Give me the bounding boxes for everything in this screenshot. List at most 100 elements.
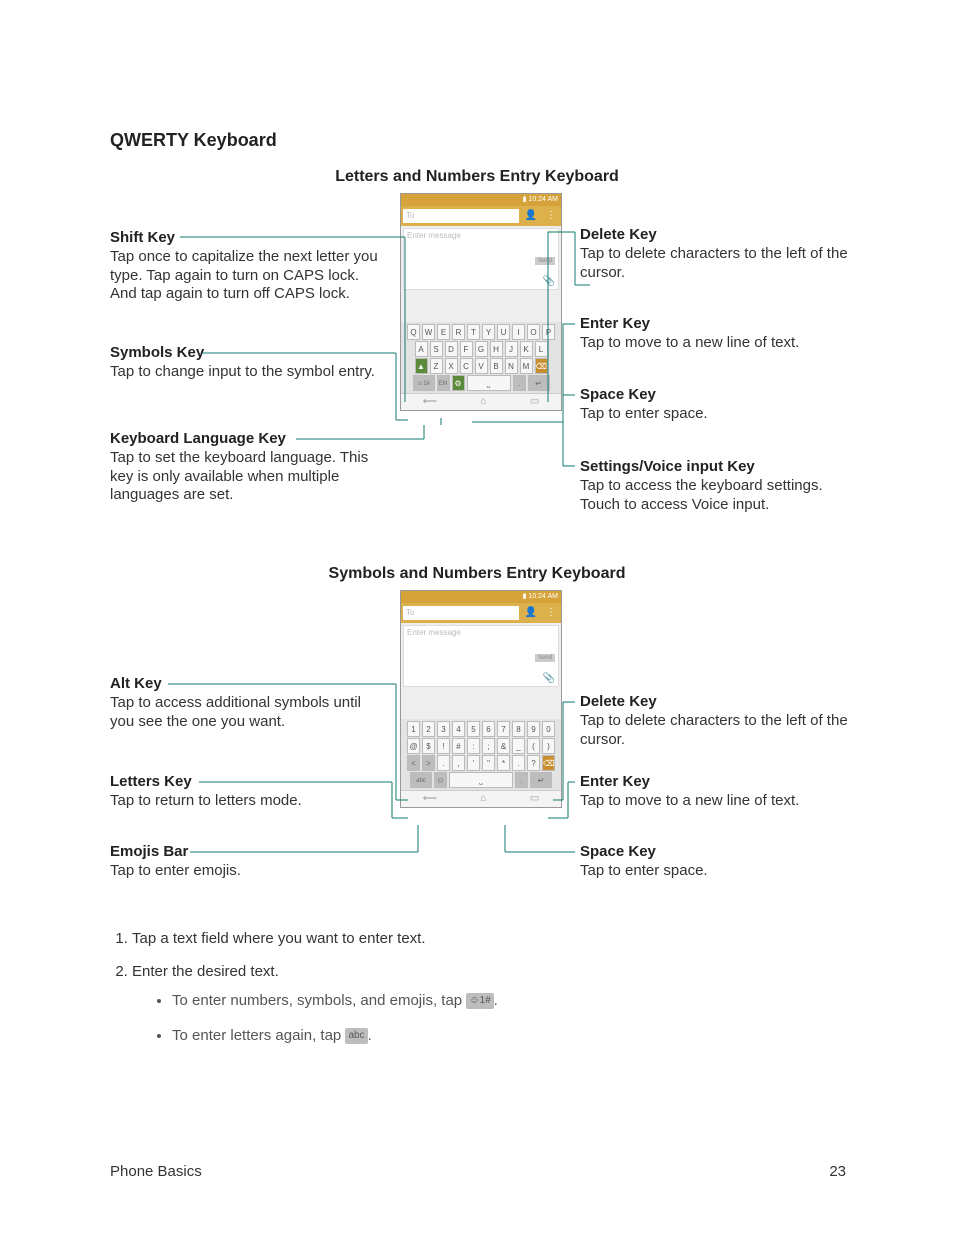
key-0[interactable]: 0 [542, 721, 555, 737]
message-area[interactable]: Enter message Send 📎 [403, 625, 559, 687]
key-lparen[interactable]: ( [527, 738, 540, 754]
key-u[interactable]: U [497, 324, 510, 340]
key-j[interactable]: J [505, 341, 518, 357]
key-m[interactable]: M [520, 358, 533, 374]
key-k[interactable]: K [520, 341, 533, 357]
inline-sym-key-icon: ☺1# [466, 993, 493, 1009]
key-hash[interactable]: # [452, 738, 465, 754]
symbols-key[interactable]: ☺1# [413, 375, 435, 391]
delete-key[interactable]: ⌫ [535, 358, 548, 374]
callout-label: Keyboard Language Key [110, 430, 385, 449]
key-quote[interactable]: " [482, 755, 495, 771]
key-x[interactable]: X [445, 358, 458, 374]
enter-key[interactable]: ↵ [530, 772, 552, 788]
key-g[interactable]: G [475, 341, 488, 357]
key-z[interactable]: Z [430, 358, 443, 374]
space-key[interactable]: ⎵ [449, 772, 513, 788]
key-d[interactable]: D [445, 341, 458, 357]
key-r[interactable]: R [452, 324, 465, 340]
period-key[interactable]: . [513, 375, 526, 391]
key-i[interactable]: I [512, 324, 525, 340]
attach-icon[interactable]: 📎 [543, 674, 555, 684]
callout-desc: Tap to enter emojis. [110, 862, 241, 879]
key-2[interactable]: 2 [422, 721, 435, 737]
key-colon[interactable]: : [467, 738, 480, 754]
contact-icon[interactable]: 👤 [523, 208, 539, 224]
key-q[interactable]: Q [407, 324, 420, 340]
key-b[interactable]: B [490, 358, 503, 374]
nav-home-icon[interactable]: ⌂ [480, 397, 486, 407]
key-s[interactable]: S [430, 341, 443, 357]
key-dot2[interactable]: . [512, 755, 525, 771]
callout-label: Emojis Bar [110, 843, 385, 862]
key-y[interactable]: Y [482, 324, 495, 340]
delete-key[interactable]: ⌫ [542, 755, 555, 771]
key-f[interactable]: F [460, 341, 473, 357]
key-e[interactable]: E [437, 324, 450, 340]
nav-back-icon[interactable]: ⟵ [423, 397, 437, 407]
key-dollar[interactable]: $ [422, 738, 435, 754]
key-p[interactable]: P [542, 324, 555, 340]
overflow-icon[interactable]: ⋮ [543, 605, 559, 621]
send-button[interactable]: Send [535, 257, 555, 265]
to-field[interactable]: To [403, 606, 519, 620]
key-star[interactable]: * [497, 755, 510, 771]
alt-prev-key[interactable]: < [407, 755, 420, 771]
to-field[interactable]: To [403, 209, 519, 223]
key-l[interactable]: L [535, 341, 548, 357]
key-o[interactable]: O [527, 324, 540, 340]
key-8[interactable]: 8 [512, 721, 525, 737]
key-6[interactable]: 6 [482, 721, 495, 737]
attach-icon[interactable]: 📎 [543, 277, 555, 287]
enter-key[interactable]: ↵ [528, 375, 550, 391]
language-key[interactable]: EN [437, 375, 450, 391]
key-v[interactable]: V [475, 358, 488, 374]
letters-mode-key[interactable]: abc [410, 772, 432, 788]
key-n[interactable]: N [505, 358, 518, 374]
key-amp[interactable]: & [497, 738, 510, 754]
key-apos[interactable]: ' [467, 755, 480, 771]
key-9[interactable]: 9 [527, 721, 540, 737]
space-key[interactable]: ⎵ [467, 375, 511, 391]
emoji-key[interactable]: ☺ [434, 772, 447, 788]
period-key[interactable]: . [515, 772, 528, 788]
nav-recent-icon[interactable]: ▭ [530, 794, 539, 804]
key-semicolon[interactable]: ; [482, 738, 495, 754]
key-period[interactable]: . [437, 755, 450, 771]
keyboard-symbols: 1 2 3 4 5 6 7 8 9 0 @ $ ! # : ; & _ ( [401, 719, 561, 790]
nav-home-icon[interactable]: ⌂ [480, 794, 486, 804]
overflow-icon[interactable]: ⋮ [543, 208, 559, 224]
key-1[interactable]: 1 [407, 721, 420, 737]
footer-section: Phone Basics [110, 1163, 202, 1180]
message-area[interactable]: Enter message Send 📎 [403, 228, 559, 290]
key-underscore[interactable]: _ [512, 738, 525, 754]
key-excl[interactable]: ! [437, 738, 450, 754]
key-qmark[interactable]: ? [527, 755, 540, 771]
key-h[interactable]: H [490, 341, 503, 357]
callout-label: Alt Key [110, 675, 385, 694]
send-button[interactable]: Send [535, 654, 555, 662]
instruction-sub-2: To enter letters again, tap abc. [172, 1027, 855, 1044]
settings-voice-key[interactable]: ⚙ [452, 375, 465, 391]
callout-label: Settings/Voice input Key [580, 458, 860, 477]
contact-icon[interactable]: 👤 [523, 605, 539, 621]
key-7[interactable]: 7 [497, 721, 510, 737]
key-c[interactable]: C [460, 358, 473, 374]
callout-desc: Tap to move to a new line of text. [580, 792, 799, 809]
keyboard-letters: Q W E R T Y U I O P A S D F G H J K L [401, 322, 561, 393]
callout-label: Letters Key [110, 773, 385, 792]
key-4[interactable]: 4 [452, 721, 465, 737]
key-comma[interactable]: , [452, 755, 465, 771]
key-at[interactable]: @ [407, 738, 420, 754]
nav-back-icon[interactable]: ⟵ [423, 794, 437, 804]
key-rparen[interactable]: ) [542, 738, 555, 754]
key-a[interactable]: A [415, 341, 428, 357]
nav-recent-icon[interactable]: ▭ [530, 397, 539, 407]
key-3[interactable]: 3 [437, 721, 450, 737]
key-t[interactable]: T [467, 324, 480, 340]
callout-desc: Tap to enter space. [580, 862, 708, 879]
shift-key[interactable]: ▲ [415, 358, 428, 374]
key-5[interactable]: 5 [467, 721, 480, 737]
key-w[interactable]: W [422, 324, 435, 340]
alt-next-key[interactable]: > [422, 755, 435, 771]
